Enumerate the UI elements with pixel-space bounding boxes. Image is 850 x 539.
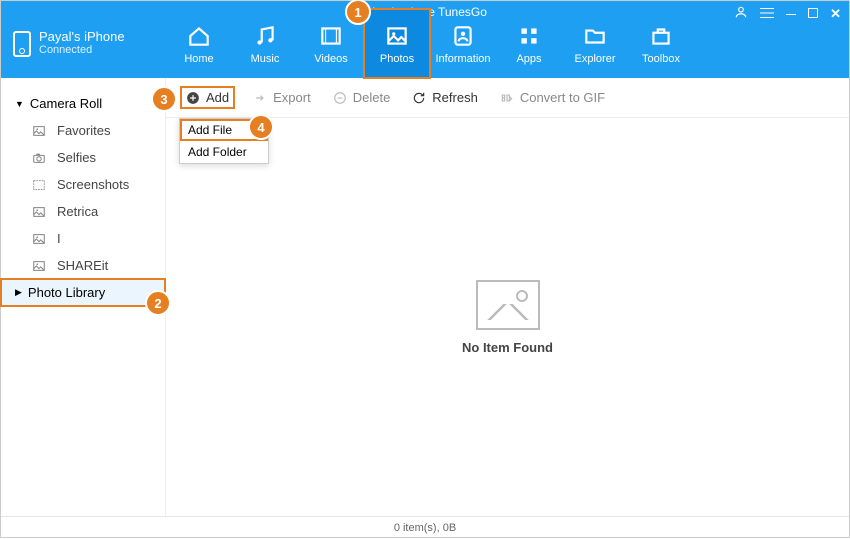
nav-label: Explorer — [575, 53, 616, 65]
sidebar-item-retrica[interactable]: Retrica — [1, 198, 165, 225]
information-icon — [450, 23, 476, 49]
phone-icon — [13, 31, 31, 57]
status-bar: 0 item(s), 0B — [1, 516, 849, 539]
export-icon — [253, 91, 267, 105]
sidebar: ▼ Camera Roll Favorites Selfies Screenshots R… — [1, 78, 166, 516]
nav-apps[interactable]: Apps — [496, 9, 562, 78]
plus-circle-icon — [186, 91, 200, 105]
nav-information[interactable]: Information — [430, 9, 496, 78]
dropdown-add-folder[interactable]: Add Folder — [180, 141, 268, 163]
videos-icon — [318, 23, 344, 49]
nav-label: Photos — [380, 53, 414, 65]
delete-icon — [333, 91, 347, 105]
music-icon — [252, 23, 278, 49]
group-label: Camera Roll — [30, 96, 102, 111]
refresh-label: Refresh — [432, 90, 478, 105]
photo-icon — [31, 205, 47, 219]
photo-icon — [31, 232, 47, 246]
group-label: Photo Library — [28, 285, 105, 300]
nav-music[interactable]: Music — [232, 9, 298, 78]
empty-state: No Item Found — [166, 118, 849, 516]
main-nav: Home Music Videos Photos Information Apps Expl… — [166, 1, 694, 78]
annotation-badge-2: 2 — [145, 290, 171, 316]
menu-icon[interactable] — [760, 6, 774, 21]
delete-label: Delete — [353, 90, 391, 105]
convert-gif-button[interactable]: Convert to GIF — [500, 90, 605, 105]
nav-label: Toolbox — [642, 53, 680, 65]
content-area: Add Export Delete Refresh Convert to GIF… — [166, 78, 849, 516]
gif-label: Convert to GIF — [520, 90, 605, 105]
sidebar-group-photo-library[interactable]: ▶ Photo Library — [1, 279, 165, 306]
item-label: Selfies — [57, 150, 96, 165]
nav-photos[interactable]: Photos — [364, 9, 430, 78]
home-icon — [186, 23, 212, 49]
export-button[interactable]: Export — [253, 90, 311, 105]
explorer-icon — [582, 23, 608, 49]
status-text: 0 item(s), 0B — [394, 522, 456, 534]
sidebar-group-camera-roll[interactable]: ▼ Camera Roll — [1, 90, 165, 117]
window-controls: ✕ — [734, 5, 841, 22]
nav-explorer[interactable]: Explorer — [562, 9, 628, 78]
delete-button[interactable]: Delete — [333, 90, 391, 105]
empty-label: No Item Found — [462, 340, 553, 355]
refresh-button[interactable]: Refresh — [412, 90, 478, 105]
nav-label: Videos — [314, 53, 347, 65]
sidebar-item-i[interactable]: I — [1, 225, 165, 252]
item-label: Retrica — [57, 204, 98, 219]
item-label: Favorites — [57, 123, 110, 138]
toolbar: Add Export Delete Refresh Convert to GIF — [166, 78, 849, 118]
nav-label: Information — [435, 53, 490, 65]
sidebar-item-selfies[interactable]: Selfies — [1, 144, 165, 171]
nav-home[interactable]: Home — [166, 9, 232, 78]
body: ▼ Camera Roll Favorites Selfies Screenshots R… — [1, 78, 849, 516]
annotation-badge-1: 1 — [345, 0, 371, 25]
maximize-button[interactable] — [808, 6, 818, 21]
sidebar-item-shareit[interactable]: SHAREit — [1, 252, 165, 279]
item-label: SHAREit — [57, 258, 108, 273]
toolbox-icon — [648, 23, 674, 49]
user-icon[interactable] — [734, 5, 748, 22]
add-label: Add — [206, 90, 229, 105]
nav-label: Apps — [516, 53, 541, 65]
minimize-button[interactable] — [786, 6, 796, 21]
device-status: Connected — [39, 44, 125, 56]
refresh-icon — [412, 91, 426, 105]
camera-icon — [31, 151, 47, 165]
gif-icon — [500, 91, 514, 105]
close-button[interactable]: ✕ — [830, 6, 841, 22]
photo-icon — [31, 259, 47, 273]
annotation-badge-4: 4 — [248, 114, 274, 140]
add-button[interactable]: Add — [184, 90, 231, 105]
photo-icon — [31, 124, 47, 138]
photos-icon — [384, 23, 410, 49]
annotation-badge-3: 3 — [151, 86, 177, 112]
caret-icon: ▼ — [15, 99, 24, 109]
export-label: Export — [273, 90, 311, 105]
nav-toolbox[interactable]: Toolbox — [628, 9, 694, 78]
sidebar-item-favorites[interactable]: Favorites — [1, 117, 165, 144]
nav-label: Music — [251, 53, 280, 65]
sidebar-item-screenshots[interactable]: Screenshots — [1, 171, 165, 198]
device-name: Payal's iPhone — [39, 29, 125, 44]
empty-image-icon — [476, 280, 540, 330]
caret-icon: ▶ — [15, 287, 22, 298]
item-label: Screenshots — [57, 177, 129, 192]
app-header: Wondershare TunesGo ✕ Payal's iPhone Con… — [1, 1, 849, 78]
apps-icon — [516, 23, 542, 49]
nav-label: Home — [184, 53, 213, 65]
screenshot-icon — [31, 178, 47, 192]
item-label: I — [57, 231, 61, 246]
